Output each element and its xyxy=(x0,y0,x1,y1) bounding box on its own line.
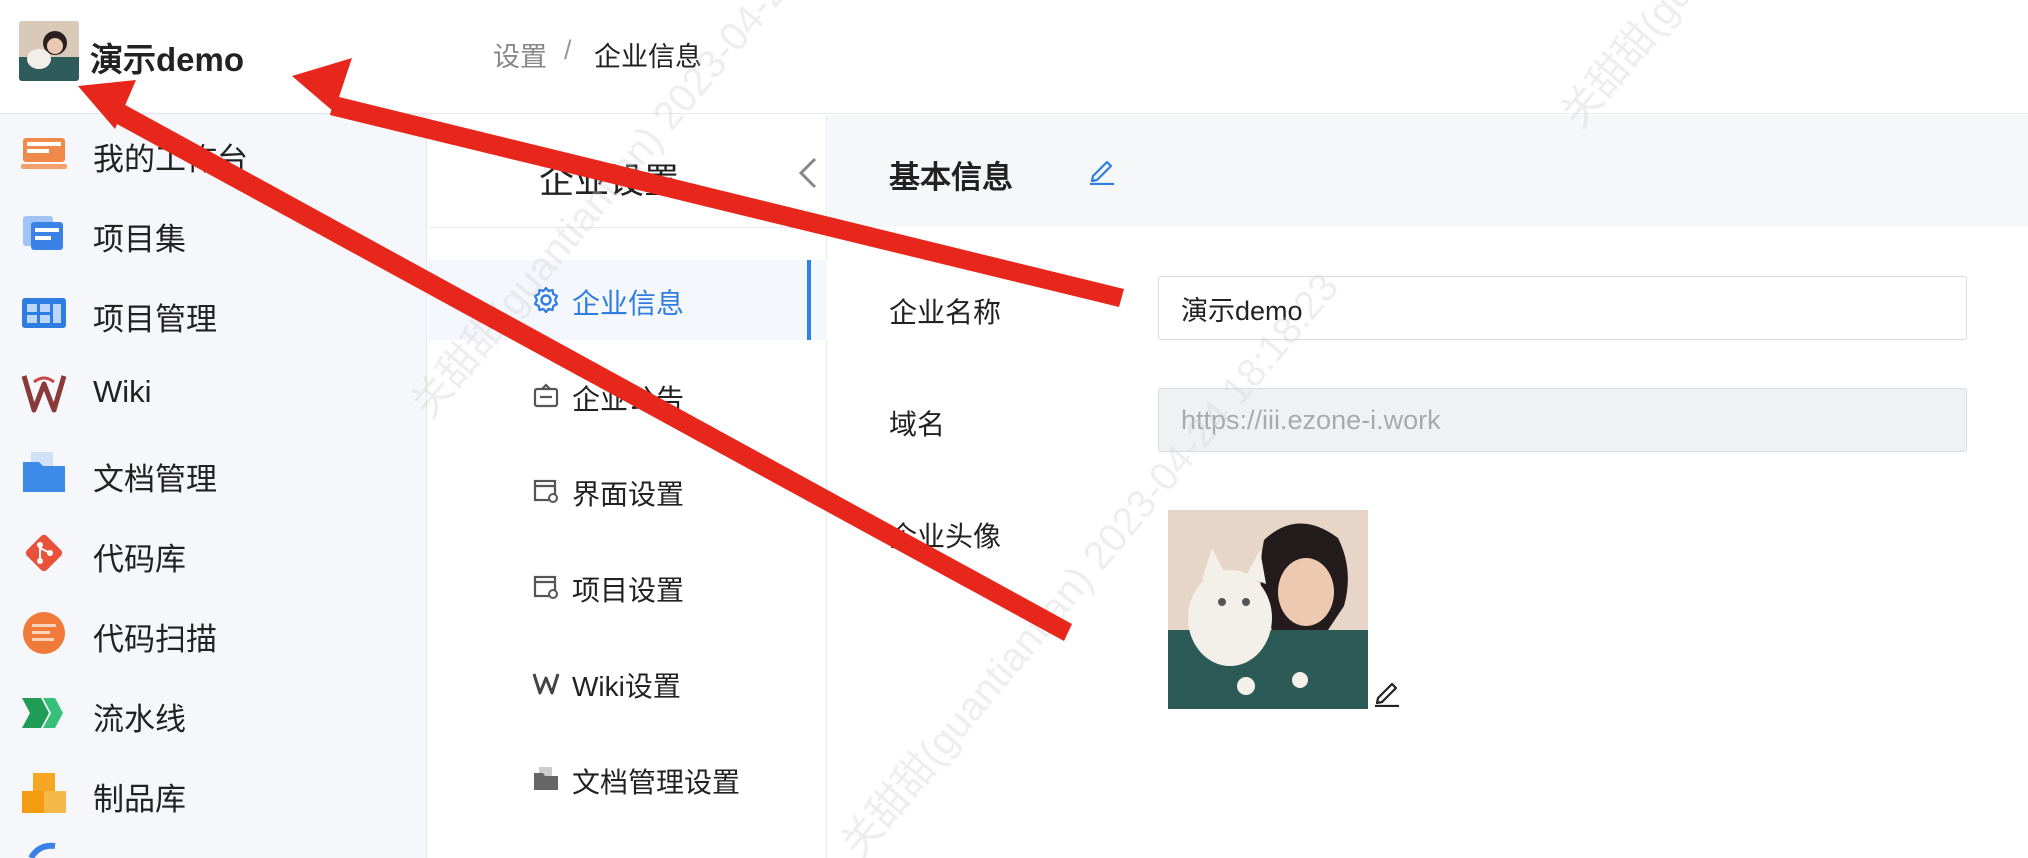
submenu-divider xyxy=(428,227,827,228)
sidebar-item-project-management[interactable]: 项目管理 xyxy=(0,278,427,358)
sidebar-item-artifacts[interactable]: 制品库 xyxy=(0,758,427,838)
collapse-button[interactable] xyxy=(791,153,823,193)
submenu-item-label: 企业信息 xyxy=(572,288,685,319)
brand-name: 演示demo xyxy=(90,41,245,78)
company-name-label: 企业名称 xyxy=(889,297,1002,328)
submenu-title: 企业设置 xyxy=(539,162,680,201)
sidebar-item-label: 制品库 xyxy=(93,782,186,817)
brand-avatar xyxy=(19,21,79,81)
submenu-item-document-settings[interactable]: 文档管理设置 xyxy=(428,739,827,819)
company-avatar-image xyxy=(1168,510,1368,709)
sidebar-item-label: 流水线 xyxy=(93,702,186,737)
top-bar: 设置 / 企业信息 xyxy=(428,0,2028,114)
pipeline-icon xyxy=(21,690,67,736)
sidebar-item-label: 代码扫描 xyxy=(93,622,217,657)
brand-header[interactable]: 演示demo xyxy=(0,0,427,114)
chevron-left-icon xyxy=(798,157,817,189)
sidebar-item-label: 项目管理 xyxy=(93,302,217,337)
workbench-icon xyxy=(21,130,67,176)
domain-input xyxy=(1158,388,1967,452)
sidebar-item-label: Wiki xyxy=(93,374,152,409)
git-repo-icon xyxy=(21,530,67,576)
submenu-item-label: Wiki设置 xyxy=(572,671,681,702)
sidebar-item-label: 项目集 xyxy=(93,222,186,257)
wiki-icon xyxy=(21,370,67,416)
window-settings-icon xyxy=(532,477,560,505)
sidebar-item-label: 文档管理 xyxy=(93,462,217,497)
submenu-item-label: 文档管理设置 xyxy=(572,767,741,798)
window-settings-icon xyxy=(532,573,560,601)
edit-avatar-button[interactable] xyxy=(1373,677,1401,708)
folder-icon xyxy=(532,765,560,793)
project-set-icon xyxy=(21,210,67,256)
pencil-icon xyxy=(1375,682,1399,708)
submenu-item-wiki-settings[interactable]: Wiki设置 xyxy=(428,643,827,723)
sidebar-item-documents[interactable]: 文档管理 xyxy=(0,438,427,518)
submenu-item-label: 项目设置 xyxy=(572,575,685,606)
submenu-item-label: 企业公告 xyxy=(572,384,685,415)
submenu-item-company-info[interactable]: 企业信息 xyxy=(428,260,827,340)
sidebar-item-code-repo[interactable]: 代码库 xyxy=(0,518,427,598)
breadcrumb-settings[interactable]: 设置 xyxy=(493,35,547,74)
announcement-icon xyxy=(532,382,560,410)
submenu-item-project-settings[interactable]: 项目设置 xyxy=(428,547,827,627)
pencil-icon xyxy=(1090,160,1114,186)
sidebar-item-pipeline[interactable]: 流水线 xyxy=(0,678,427,758)
section-title: 基本信息 xyxy=(889,160,1013,195)
submenu-item-interface-settings[interactable]: 界面设置 xyxy=(428,451,827,531)
code-scan-icon xyxy=(21,610,67,656)
sidebar-item-code-scan[interactable]: 代码扫描 xyxy=(0,598,427,678)
domain-label: 域名 xyxy=(889,409,946,440)
project-management-icon xyxy=(21,290,67,336)
submenu-item-announcements[interactable]: 企业公告 xyxy=(428,356,827,436)
sidebar-item-project-set[interactable]: 项目集 xyxy=(0,198,427,278)
app-sidebar: 演示demo 我的工作台 项目集 项目管理 Wiki 文档管理 代码库 代码扫描… xyxy=(0,0,427,858)
document-folder-icon xyxy=(21,450,67,496)
company-avatar-label: 企业头像 xyxy=(889,521,1002,552)
company-name-input[interactable] xyxy=(1158,276,1967,340)
sidebar-item-label: 我的工作台 xyxy=(93,142,248,177)
partial-icon xyxy=(21,842,67,858)
sidebar-item-label: 代码库 xyxy=(93,542,186,577)
submenu-item-label: 界面设置 xyxy=(572,479,685,510)
settings-submenu: 企业设置 企业信息 企业公告 界面设置 项目设置 Wiki设置 文档管理设置 xyxy=(428,115,827,858)
sidebar-item-workbench[interactable]: 我的工作台 xyxy=(0,118,427,198)
gear-icon xyxy=(532,286,560,314)
wiki-icon xyxy=(532,669,560,697)
section-header: 基本信息 xyxy=(828,115,2028,227)
sidebar-item-wiki[interactable]: Wiki xyxy=(0,358,427,438)
breadcrumb-current: 企业信息 xyxy=(594,42,702,72)
sidebar-item-more[interactable] xyxy=(0,838,427,858)
breadcrumb-separator: / xyxy=(564,35,572,65)
artifact-icon xyxy=(21,770,67,816)
edit-info-button[interactable] xyxy=(1088,155,1116,186)
